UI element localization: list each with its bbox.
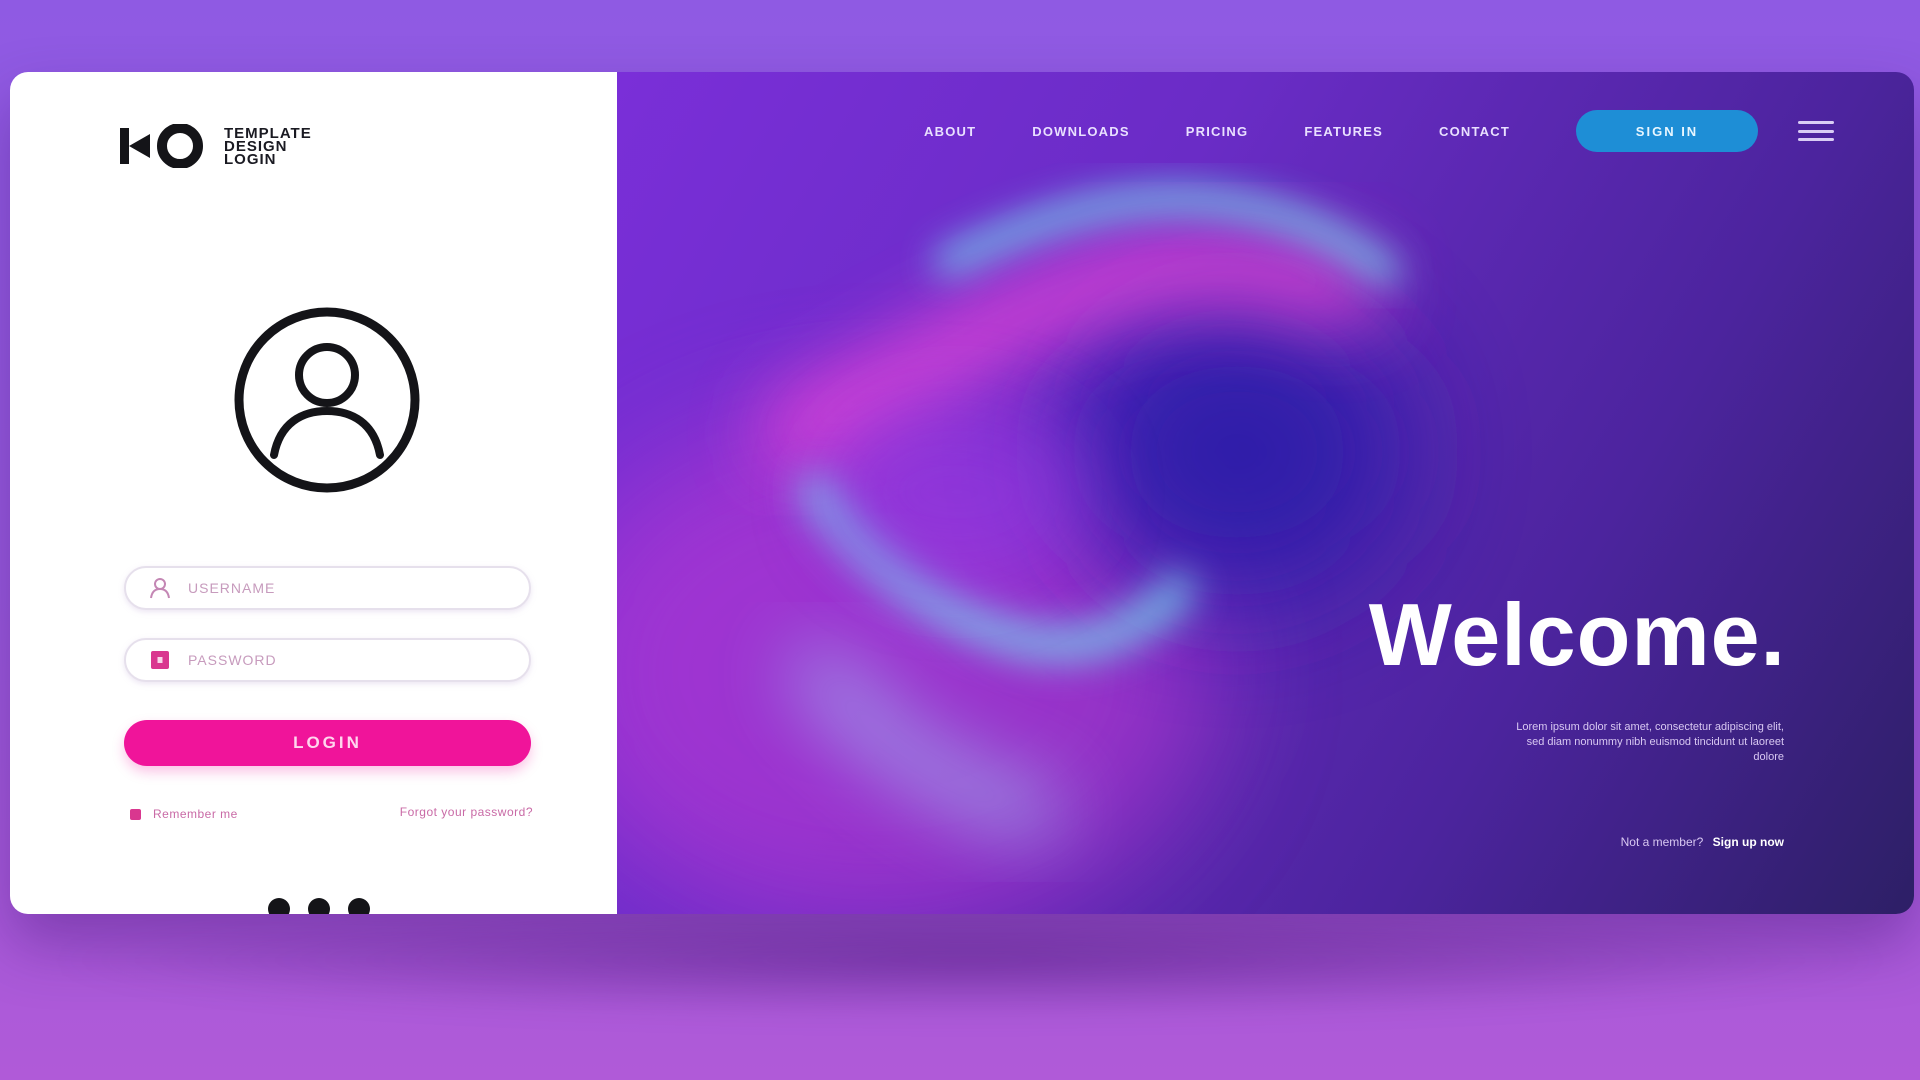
hero-description: Lorem ipsum dolor sit amet, consectetur … <box>1516 721 1784 763</box>
brand-text: TEMPLATE DESIGN LOGIN <box>224 126 312 168</box>
io-logo-icon <box>120 124 203 168</box>
hero-title: Welcome. <box>1368 585 1786 684</box>
social-dot-3[interactable] <box>348 898 370 914</box>
login-button[interactable]: LOGIN <box>124 720 531 766</box>
abstract-wave-art <box>617 186 1407 914</box>
nav-features[interactable]: FEATURES <box>1304 124 1383 139</box>
social-dots <box>268 898 370 914</box>
nav-downloads[interactable]: DOWNLOADS <box>1032 124 1129 139</box>
signup-prompt: Not a member? Sign up now <box>1621 835 1784 849</box>
password-input[interactable] <box>188 652 529 668</box>
top-nav: ABOUT DOWNLOADS PRICING FEATURES CONTACT… <box>924 110 1834 152</box>
hero-panel: ABOUT DOWNLOADS PRICING FEATURES CONTACT… <box>617 72 1914 914</box>
signup-link[interactable]: Sign up now <box>1713 835 1784 849</box>
social-dot-1[interactable] <box>268 898 290 914</box>
sign-in-button[interactable]: SIGN IN <box>1576 110 1758 152</box>
username-field[interactable] <box>124 566 531 610</box>
avatar-icon <box>234 307 420 493</box>
lock-icon <box>151 651 169 669</box>
signup-prompt-text: Not a member? <box>1620 835 1704 849</box>
nav-about[interactable]: ABOUT <box>924 124 976 139</box>
login-panel: TEMPLATE DESIGN LOGIN LOGIN <box>10 72 617 914</box>
nav-pricing[interactable]: PRICING <box>1186 124 1249 139</box>
brand-logo[interactable]: TEMPLATE DESIGN LOGIN <box>120 124 312 168</box>
remember-checkbox[interactable] <box>130 808 141 820</box>
nav-contact[interactable]: CONTACT <box>1439 124 1510 139</box>
brand-line-3: LOGIN <box>224 150 277 168</box>
social-dot-2[interactable] <box>308 898 330 914</box>
card-shadow <box>40 900 1900 1020</box>
password-field[interactable] <box>124 638 531 682</box>
remember-me[interactable]: Remember me <box>130 807 238 821</box>
login-card: TEMPLATE DESIGN LOGIN LOGIN <box>10 72 1914 914</box>
forgot-password-link[interactable]: Forgot your password? <box>365 805 533 819</box>
user-icon <box>150 578 170 599</box>
remember-label: Remember me <box>153 807 238 821</box>
username-input[interactable] <box>188 580 529 596</box>
hamburger-icon[interactable] <box>1798 121 1834 141</box>
